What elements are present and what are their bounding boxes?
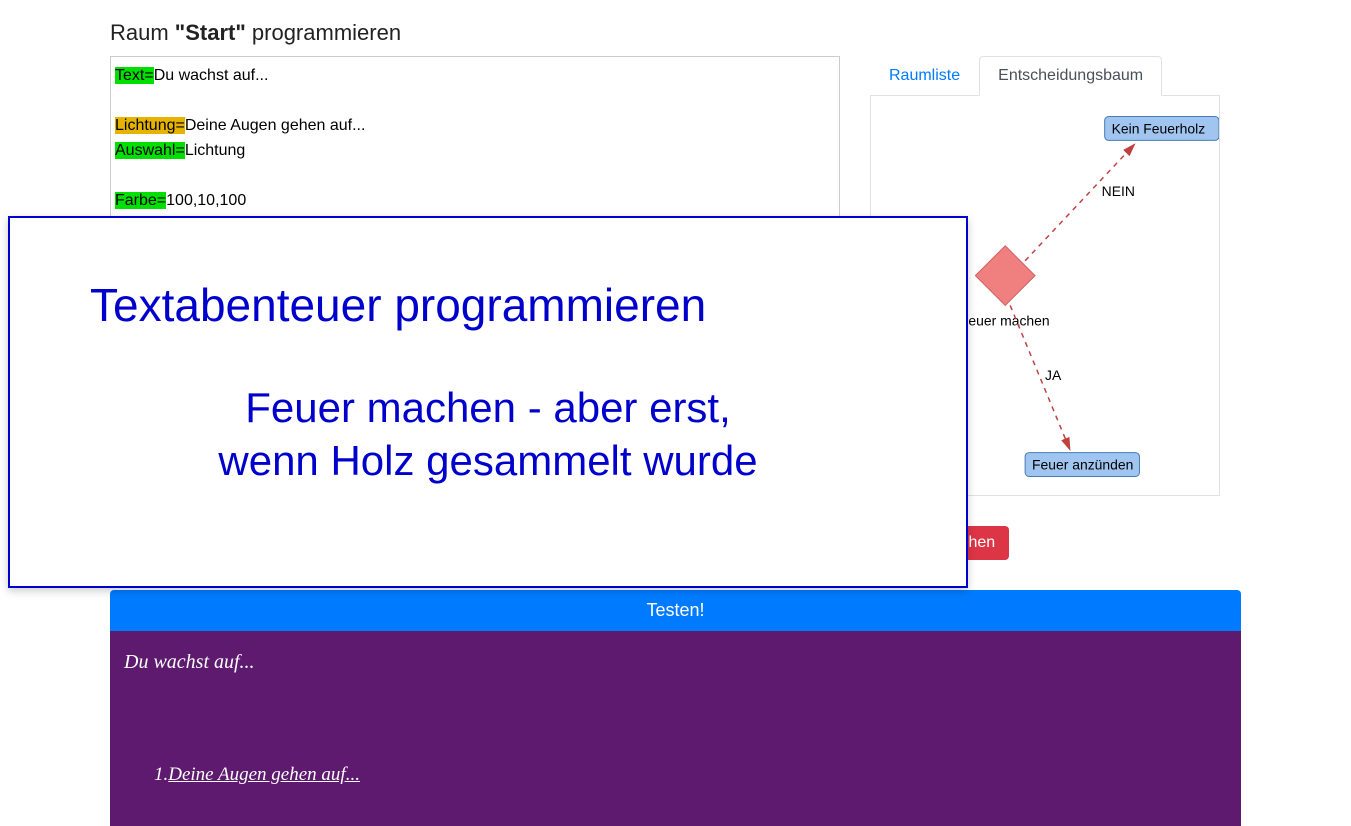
tree-decision-label: euer machen (968, 312, 1049, 328)
overlay-slide: Textabenteuer programmieren Feuer machen… (8, 216, 968, 588)
code-tag-lichtung: Lichtung= (115, 117, 185, 134)
title-suffix: programmieren (246, 20, 401, 45)
code-blank (115, 164, 835, 188)
game-preview: Du wachst auf... 1. Deine Augen gehen au… (110, 631, 1241, 826)
code-val: Lichtung (185, 142, 246, 159)
overlay-subtitle: Feuer machen - aber erst, wenn Holz gesa… (90, 382, 886, 487)
tree-node-top: Kein Feuerholz (1112, 120, 1206, 136)
choice-number: 1. (154, 764, 168, 786)
code-blank (115, 89, 835, 113)
title-prefix: Raum (110, 20, 175, 45)
tree-node-bottom: Feuer anzünden (1032, 456, 1133, 472)
overlay-line1: Feuer machen - aber erst, (245, 384, 731, 431)
title-room: "Start" (175, 20, 246, 45)
tree-edge-no (1025, 144, 1134, 260)
code-tag-text: Text= (115, 67, 154, 84)
overlay-line2: wenn Holz gesammelt wurde (218, 437, 757, 484)
choice-text: Deine Augen gehen auf... (168, 764, 360, 785)
overlay-title: Textabenteuer programmieren (90, 278, 886, 332)
code-val: Deine Augen gehen auf... (185, 117, 366, 134)
code-val: 100,10,100 (166, 192, 246, 209)
test-button[interactable]: Testen! (110, 590, 1241, 631)
page-title: Raum "Start" programmieren (110, 20, 1241, 46)
code-tag-auswahl: Auswahl= (115, 142, 185, 159)
code-val: Du wachst auf... (154, 67, 269, 84)
tree-edge-yes-label: JA (1045, 367, 1062, 383)
tabs: Raumliste Entscheidungsbaum (870, 56, 1220, 96)
preview-text: Du wachst auf... (124, 651, 1227, 674)
preview-choice[interactable]: 1. Deine Augen gehen auf... (154, 764, 1227, 786)
tab-raumliste[interactable]: Raumliste (870, 56, 979, 95)
tree-edge-no-label: NEIN (1102, 183, 1135, 199)
tab-entscheidungsbaum[interactable]: Entscheidungsbaum (979, 56, 1162, 96)
tree-decision-icon (975, 246, 1035, 306)
code-tag-farbe: Farbe= (115, 192, 166, 209)
